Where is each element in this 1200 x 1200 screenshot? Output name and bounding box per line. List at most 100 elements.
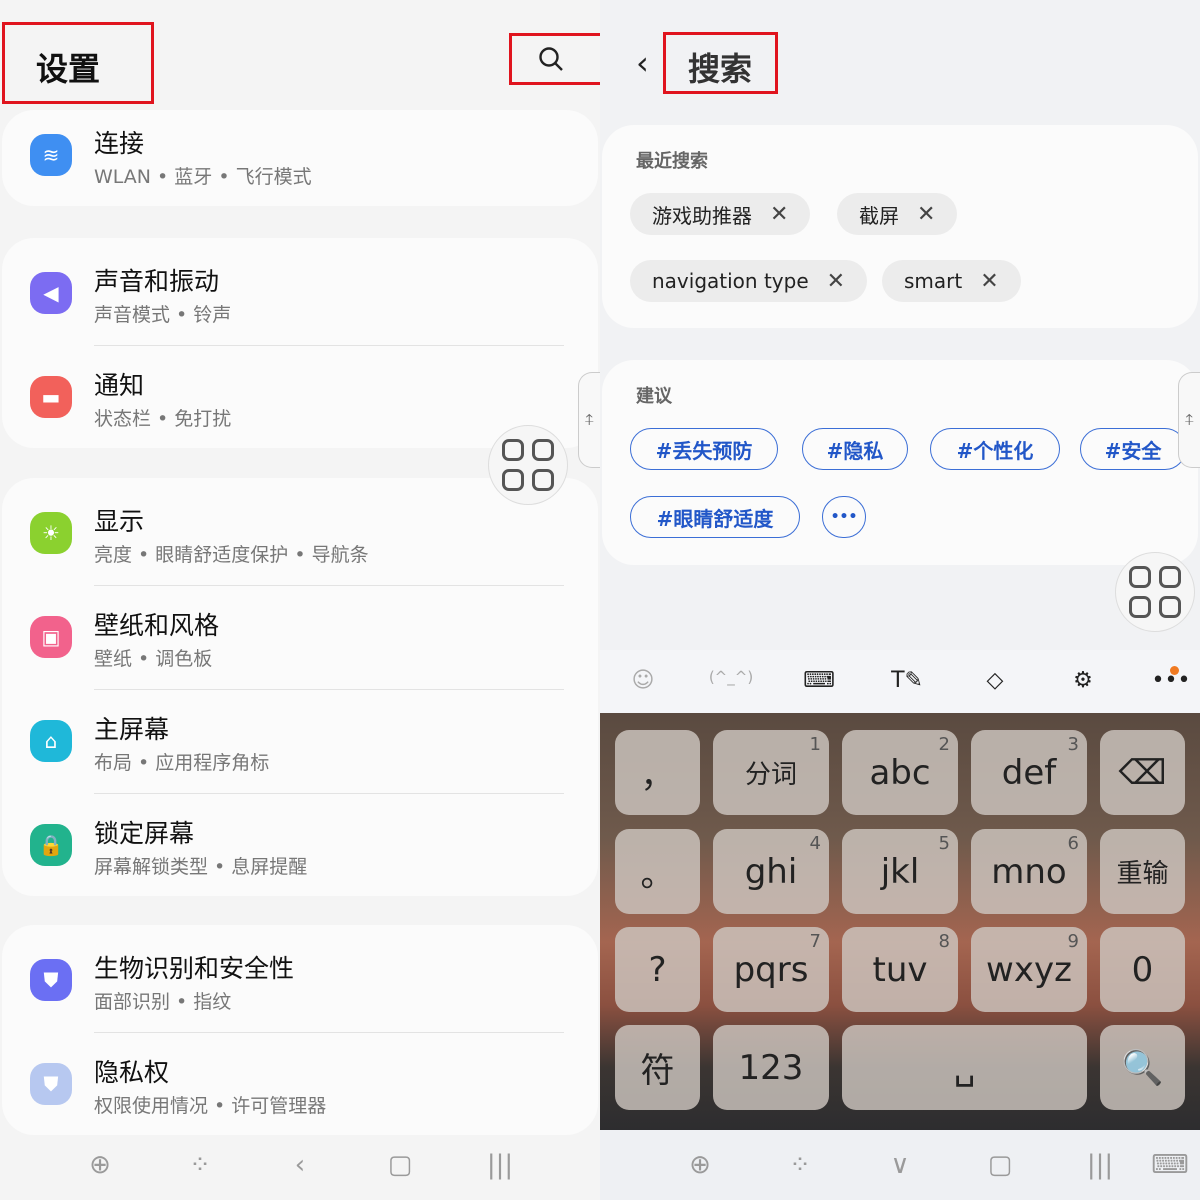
chip-label: smart (904, 269, 963, 293)
settings-item-subtitle: 壁纸 • 调色板 (94, 648, 213, 670)
key-label: ghi (744, 851, 798, 892)
home-icon[interactable]: ▢ (988, 1150, 1013, 1180)
recent-search-chip[interactable]: 游戏助推器 ✕ (630, 193, 811, 235)
settings-item[interactable]: ⌂ 主屏幕 布局 • 应用程序角标 (2, 690, 598, 794)
kaomoji-icon[interactable]: (^_^) (709, 668, 753, 686)
close-icon[interactable]: ✕ (770, 202, 788, 227)
key-number: 4 (809, 833, 821, 854)
key-label: 分词 (744, 760, 797, 790)
key-number: 5 (938, 833, 950, 854)
search-panel: ‹ 搜索 最近搜索 游戏助推器 ✕ 截屏 ✕ navigation type ✕ smart… (600, 0, 1200, 1200)
key[interactable]: 分词 1 (713, 730, 829, 815)
settings-item[interactable]: ▣ 壁纸和风格 壁纸 • 调色板 (2, 586, 598, 690)
key-label: ␣ (953, 1047, 976, 1088)
gear-icon[interactable]: ⚙ (1073, 668, 1093, 693)
key[interactable]: 🔍 (1100, 1025, 1185, 1110)
key-label: mno (991, 851, 1067, 892)
screenshot-icon[interactable]: ⁘ (789, 1150, 811, 1180)
settings-item[interactable]: 🔒 锁定屏幕 屏幕解锁类型 • 息屏提醒 (2, 794, 598, 898)
key-label: 123 (738, 1047, 804, 1088)
key[interactable]: jkl 5 (842, 829, 958, 914)
key[interactable]: ， (615, 730, 700, 815)
cursor-move-icon[interactable]: ◇ (987, 668, 1004, 693)
recents-icon[interactable]: ||| (487, 1150, 513, 1180)
key[interactable]: 123 (713, 1025, 829, 1110)
page-title: 设置 (36, 50, 101, 88)
key[interactable]: wxyz 9 (971, 927, 1087, 1012)
keyboard: ， 分词 1 abc 2 def 3 ⌫ 。 ghi 4 jkl 5 mno 6 重输? pqrs 7 tuv 8 wx… (600, 713, 1200, 1130)
close-icon[interactable]: ✕ (980, 269, 998, 294)
key-label: def (1001, 752, 1057, 793)
back-icon[interactable]: ‹ (295, 1150, 305, 1180)
settings-item-title: 隐私权 (94, 1058, 170, 1087)
more-suggestions-button[interactable]: ••• (822, 496, 866, 538)
handwriting-icon[interactable]: T✎ (891, 668, 923, 693)
nav-bar: ⊕ ⁘ ‹ ▢ ||| (0, 1130, 600, 1200)
app-grid-button[interactable] (1115, 552, 1195, 632)
settings-item-subtitle: WLAN • 蓝牙 • 飞行模式 (94, 166, 312, 188)
keyboard-switch-icon[interactable]: ⌨ (1151, 1150, 1189, 1180)
home-icon[interactable]: ▢ (388, 1150, 413, 1180)
key[interactable]: ␣ (842, 1025, 1087, 1110)
key[interactable]: mno 6 (971, 829, 1087, 914)
key[interactable]: def 3 (971, 730, 1087, 815)
settings-item-subtitle: 亮度 • 眼睛舒适度保护 • 导航条 (94, 544, 369, 566)
recent-search-chip[interactable]: smart ✕ (882, 260, 1021, 302)
accessibility-tab[interactable]: ⍏ (1178, 372, 1200, 468)
emoji-icon[interactable]: ☺ (632, 668, 655, 693)
key-label: 🔍 (1121, 1047, 1164, 1088)
recent-search-chip[interactable]: navigation type ✕ (630, 260, 868, 302)
back-icon[interactable]: ‹ (636, 44, 649, 82)
keyboard-icon[interactable]: ⌨ (803, 668, 835, 693)
settings-item[interactable]: ◀ 声音和振动 声音模式 • 铃声 (2, 242, 598, 346)
hide-keyboard-icon[interactable]: ∨ (890, 1150, 909, 1180)
settings-item-title: 连接 (94, 129, 145, 158)
globe-icon[interactable]: ⊕ (89, 1150, 111, 1180)
settings-item-subtitle: 面部识别 • 指纹 (94, 991, 232, 1013)
key[interactable]: ghi 4 (713, 829, 829, 914)
settings-item[interactable]: ⛊ 生物识别和安全性 面部识别 • 指纹 (2, 929, 598, 1033)
screenshot-icon[interactable]: ⁘ (189, 1150, 211, 1180)
accessibility-tab[interactable]: ⍏ (578, 372, 600, 468)
settings-item[interactable]: ⛊ 隐私权 权限使用情况 • 许可管理器 (2, 1033, 598, 1137)
close-icon[interactable]: ✕ (917, 202, 935, 227)
settings-card: ◀ 声音和振动 声音模式 • 铃声 ▬ 通知 状态栏 • 免打扰 (2, 238, 598, 448)
suggestion-tag[interactable]: #眼睛舒适度 (630, 496, 800, 538)
key[interactable]: ⌫ (1100, 730, 1185, 815)
suggestion-tag[interactable]: #个性化 (930, 428, 1060, 470)
suggestions-label: 建议 (636, 386, 672, 407)
key-number: 1 (809, 734, 821, 755)
more-icon[interactable]: ••• (1152, 668, 1191, 693)
key-label: ， (640, 756, 675, 796)
suggestion-tag[interactable]: #丢失预防 (630, 428, 778, 470)
suggestion-tag[interactable]: #安全 (1080, 428, 1186, 470)
key[interactable]: tuv 8 (842, 927, 958, 1012)
settings-item-title: 通知 (94, 371, 145, 400)
key-label: tuv (872, 949, 928, 990)
recents-icon[interactable]: ||| (1087, 1150, 1113, 1180)
key[interactable]: 0 (1100, 927, 1185, 1012)
chip-label: navigation type (652, 269, 809, 293)
settings-item-title: 壁纸和风格 (94, 611, 220, 640)
close-icon[interactable]: ✕ (827, 269, 845, 294)
settings-card: ⛊ 生物识别和安全性 面部识别 • 指纹 ⛊ 隐私权 权限使用情况 • 许可管理器 (2, 925, 598, 1135)
key-label: wxyz (986, 949, 1072, 990)
settings-item[interactable]: ≋ 连接 WLAN • 蓝牙 • 飞行模式 (2, 104, 598, 208)
key-number: 9 (1067, 931, 1079, 952)
key[interactable]: 符 (615, 1025, 700, 1110)
key[interactable]: 重输 (1100, 829, 1185, 914)
key-number: 6 (1067, 833, 1079, 854)
suggestion-tag[interactable]: #隐私 (802, 428, 908, 470)
key[interactable]: abc 2 (842, 730, 958, 815)
settings-item-subtitle: 布局 • 应用程序角标 (94, 752, 270, 774)
settings-item-subtitle: 状态栏 • 免打扰 (94, 408, 232, 430)
key[interactable]: 。 (615, 829, 700, 914)
settings-item-subtitle: 声音模式 • 铃声 (94, 304, 232, 326)
settings-card: ☀ 显示 亮度 • 眼睛舒适度保护 • 导航条 ▣ 壁纸和风格 壁纸 • 调色板 ⌂ 主屏幕布… (2, 478, 598, 896)
key[interactable]: ? (615, 927, 700, 1012)
app-grid-button[interactable] (488, 425, 568, 505)
key[interactable]: pqrs 7 (713, 927, 829, 1012)
globe-icon[interactable]: ⊕ (689, 1150, 711, 1180)
recent-search-chip[interactable]: 截屏 ✕ (837, 193, 958, 235)
search-icon[interactable] (538, 46, 563, 71)
